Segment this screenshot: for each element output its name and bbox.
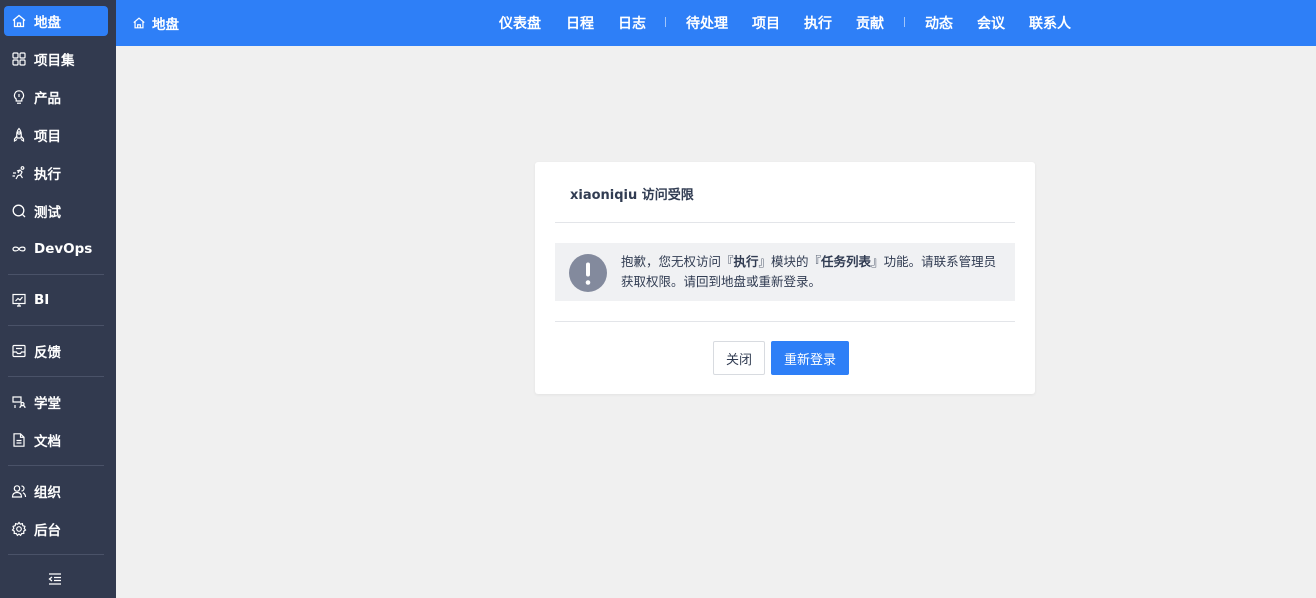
menu-separator (904, 17, 905, 27)
sidebar-item-home[interactable]: 地盘 (4, 6, 108, 36)
sidebar-item-label: 文档 (34, 434, 61, 450)
sidebar-item-admin[interactable]: 后台 (4, 514, 108, 544)
infinity-icon (11, 241, 27, 257)
sidebar-item-school[interactable]: 学堂 (4, 387, 108, 417)
sidebar-item-label: 地盘 (34, 15, 61, 31)
inbox-icon (11, 343, 27, 359)
document-icon (11, 432, 27, 448)
sidebar-item-doc[interactable]: 文档 (4, 425, 108, 455)
dialog-divider (555, 321, 1015, 322)
access-denied-dialog: xiaoniqiu 访问受限 抱歉，您无权访问『执行』模块的『任务列表』功能。请… (535, 162, 1035, 394)
sidebar-item-label: 测试 (34, 205, 61, 221)
menu-meeting[interactable]: 会议 (977, 0, 1005, 46)
sidebar-divider (8, 274, 104, 275)
sidebar-item-label: 后台 (34, 523, 61, 539)
menu-calendar[interactable]: 日程 (566, 0, 594, 46)
magnifier-icon (11, 203, 27, 219)
dialog-divider (555, 222, 1015, 223)
sidebar-item-label: 学堂 (34, 396, 61, 412)
run-icon (11, 165, 27, 181)
menu-dynamics[interactable]: 动态 (925, 0, 953, 46)
sidebar-item-label: 项目 (34, 129, 61, 145)
menu-pending[interactable]: 待处理 (686, 0, 728, 46)
sidebar-item-label: 项目集 (34, 53, 75, 69)
collapse-sidebar-button[interactable] (46, 572, 64, 590)
menu-separator (665, 17, 666, 27)
message-text: 』模块的『 (758, 254, 822, 269)
sidebar-item-devops[interactable]: DevOps (4, 234, 108, 264)
alert-message: 抱歉，您无权访问『执行』模块的『任务列表』功能。请联系管理员获取权限。请回到地盘… (621, 252, 1006, 292)
collapse-menu-icon (48, 572, 62, 590)
sidebar-divider (8, 376, 104, 377)
sidebar-item-label: 执行 (34, 167, 61, 183)
sidebar-divider (8, 465, 104, 466)
alert-box: 抱歉，您无权访问『执行』模块的『任务列表』功能。请联系管理员获取权限。请回到地盘… (555, 243, 1015, 301)
menu-contacts[interactable]: 联系人 (1029, 0, 1071, 46)
sidebar-item-org[interactable]: 组织 (4, 476, 108, 506)
sidebar-item-label: 反馈 (34, 345, 61, 361)
exclamation-icon (569, 254, 607, 292)
sidebar-item-label: BI (34, 292, 50, 308)
menu-execution[interactable]: 执行 (804, 0, 832, 46)
sidebar-item-project[interactable]: 项目 (4, 120, 108, 150)
sidebar-item-label: 产品 (34, 91, 61, 107)
grid-icon (11, 51, 27, 67)
menu-dashboard[interactable]: 仪表盘 (499, 0, 541, 46)
sidebar-item-bi[interactable]: BI (4, 285, 108, 315)
home-icon (11, 13, 27, 29)
chart-board-icon (11, 292, 27, 308)
relogin-button[interactable]: 重新登录 (771, 341, 849, 375)
sidebar-item-label: DevOps (34, 241, 93, 257)
home-icon (132, 16, 146, 30)
rocket-icon (11, 127, 27, 143)
close-button[interactable]: 关闭 (713, 341, 765, 375)
sidebar-item-execution[interactable]: 执行 (4, 158, 108, 188)
dialog-title: xiaoniqiu 访问受限 (570, 188, 694, 203)
sidebar-divider (8, 554, 104, 555)
gear-icon (11, 521, 27, 537)
function-name: 任务列表 (821, 254, 872, 269)
menu-contribution[interactable]: 贡献 (856, 0, 884, 46)
sidebar-divider (8, 325, 104, 326)
message-text: 抱歉，您无权访问『 (621, 254, 734, 269)
breadcrumb-label: 地盘 (152, 17, 179, 33)
sidebar-item-product[interactable]: 产品 (4, 82, 108, 112)
sidebar-item-test[interactable]: 测试 (4, 196, 108, 226)
top-navbar: 地盘 仪表盘 日程 日志 待处理 项目 执行 贡献 动态 会议 联系人 (116, 0, 1316, 46)
breadcrumb[interactable]: 地盘 (132, 0, 179, 46)
module-name: 执行 (733, 254, 759, 269)
users-icon (11, 483, 27, 499)
sidebar-item-program[interactable]: 项目集 (4, 44, 108, 74)
school-icon (11, 394, 27, 410)
lightbulb-icon (11, 89, 27, 105)
sidebar-item-label: 组织 (34, 485, 61, 501)
menu-project[interactable]: 项目 (752, 0, 780, 46)
sidebar: 地盘 项目集 产品 项目 执行 测试 DevOps BI 反馈 学堂 文档 组织… (0, 0, 116, 598)
menu-log[interactable]: 日志 (618, 0, 646, 46)
sidebar-item-feedback[interactable]: 反馈 (4, 336, 108, 366)
